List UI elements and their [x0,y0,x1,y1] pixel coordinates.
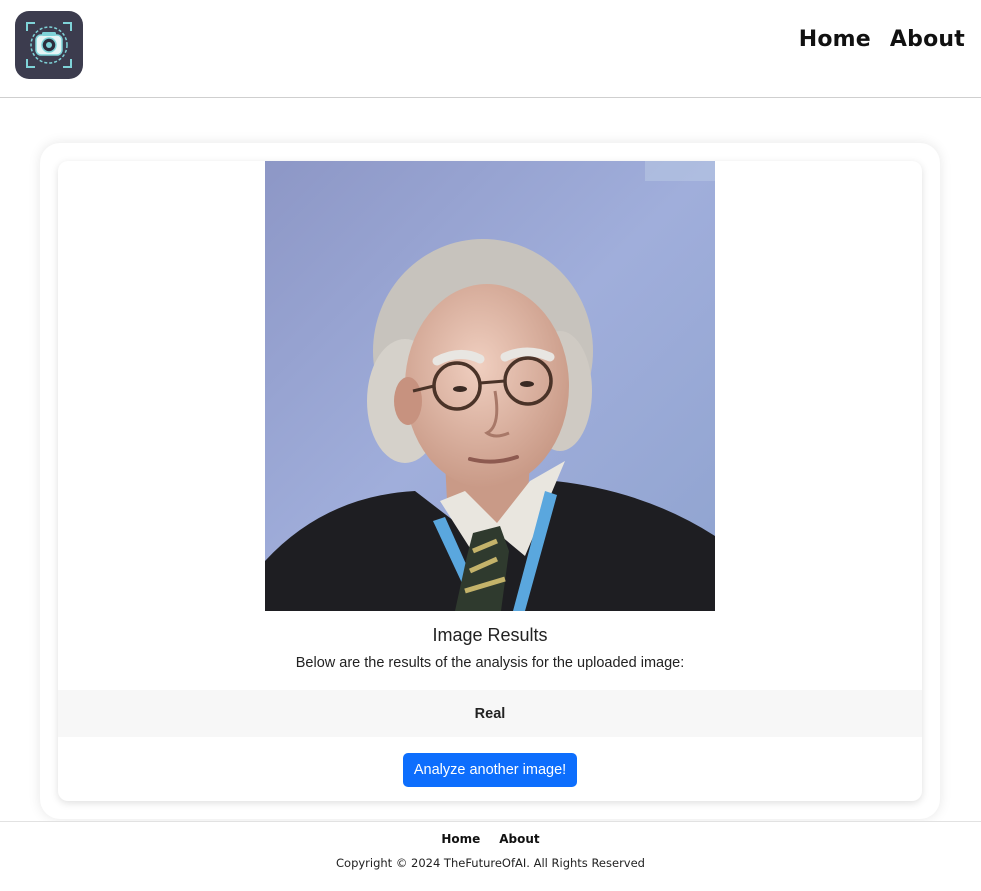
analyze-another-button[interactable]: Analyze another image! [403,753,577,787]
main-nav: Home About [799,27,965,52]
logo[interactable] [15,11,83,79]
verdict-row: Real [58,690,922,737]
results-title: Image Results [432,625,548,645]
results-description: Below are the results of the analysis fo… [295,655,685,671]
site-header: Home About [0,0,981,98]
nav-home-link[interactable]: Home [799,27,871,52]
uploaded-image [265,161,715,611]
results-container: Image Results Below are the results of t… [40,143,940,819]
footer-about-link[interactable]: About [499,832,539,846]
verdict-label: Real [474,705,506,722]
results-card: Image Results Below are the results of t… [58,161,922,801]
camera-lens-scan-icon [26,22,72,68]
copyright-text: Copyright © 2024 TheFutureOfAI. All Righ… [336,856,645,870]
site-footer: Home About Copyright © 2024 TheFutureOfA… [0,821,981,891]
footer-home-link[interactable]: Home [441,832,480,846]
footer-nav: Home About [0,832,981,846]
nav-about-link[interactable]: About [890,27,965,52]
